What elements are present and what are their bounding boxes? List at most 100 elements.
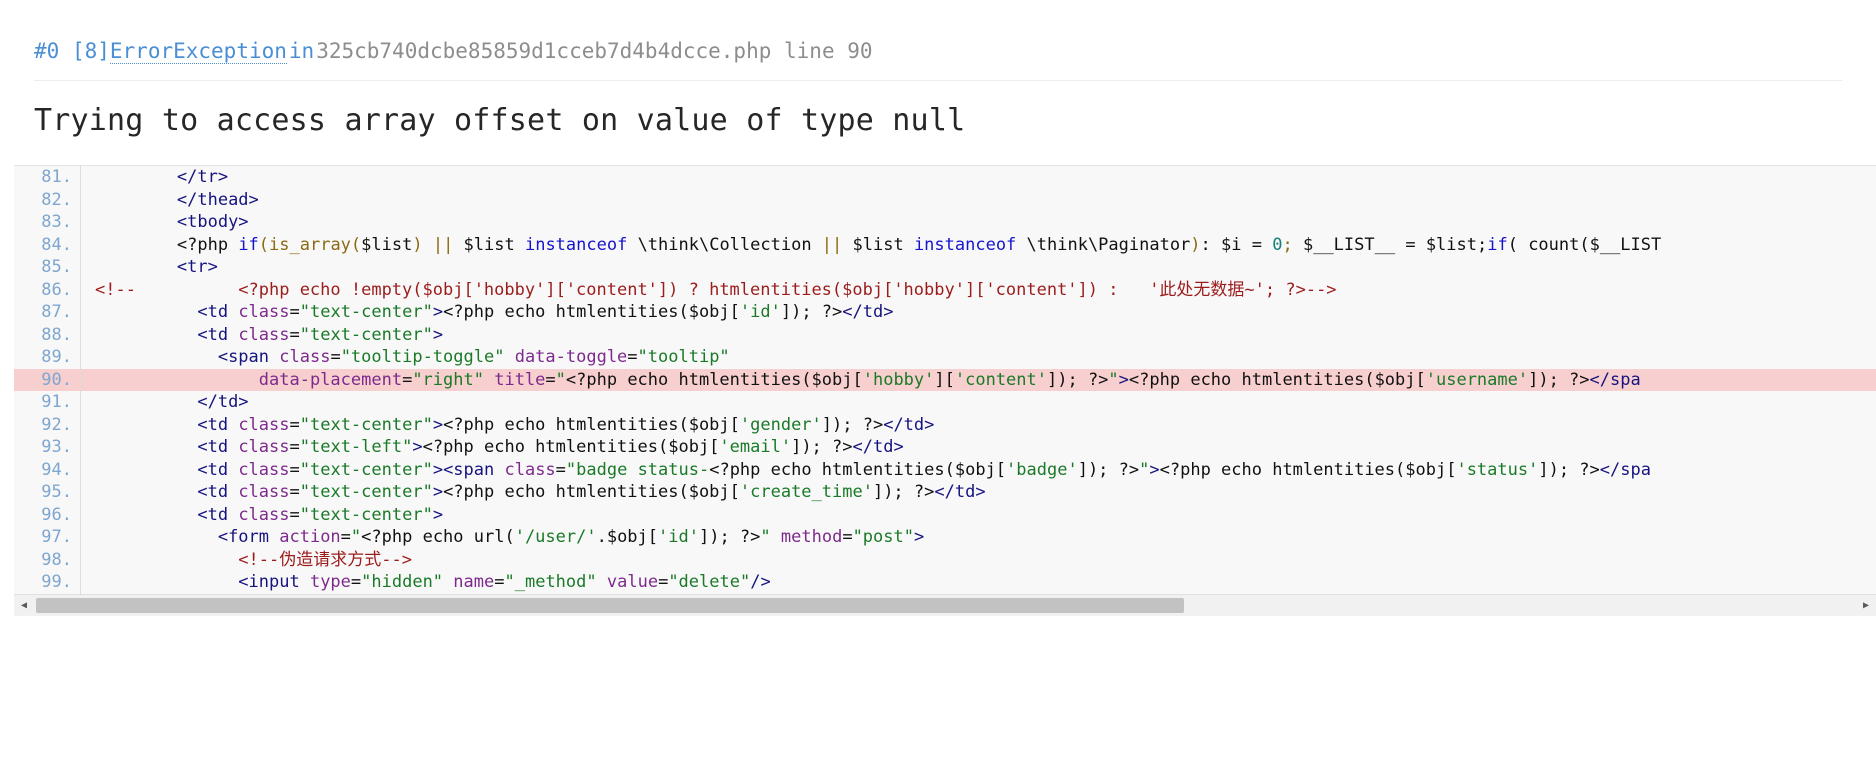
code-token: <tr> xyxy=(176,257,218,277)
code-token: "_method" xyxy=(504,572,597,592)
code-line: 96. <td class="text-center"> xyxy=(14,503,1876,526)
code-token: "tooltip" xyxy=(637,347,730,367)
code-token: > xyxy=(1118,369,1129,390)
code-token: " xyxy=(555,369,566,390)
code-token: 'status' xyxy=(1456,459,1539,480)
code-token: value xyxy=(606,572,659,592)
code-scroll-area[interactable]: 81. </tr> 82. </thead> 83. <tbody> 84. <?ph… xyxy=(14,166,1876,594)
code-token: "text-center" xyxy=(299,459,433,480)
scroll-left-arrow-icon[interactable]: ◀ xyxy=(14,595,34,616)
code-token: $obj[ xyxy=(1374,369,1426,390)
code-token: "badge status- xyxy=(565,459,710,480)
exception-trace-line: #0 [8]ErrorExceptionin325cb740dcbe85859d… xyxy=(34,34,1842,81)
code-token: = xyxy=(289,414,300,435)
line-number: 88. xyxy=(14,323,81,346)
code-token: ][ xyxy=(934,369,955,390)
code-token: </thead> xyxy=(176,189,259,210)
line-source: data-placement="right" title="<?php echo… xyxy=(80,368,1876,391)
code-token: ]); ?> xyxy=(1047,369,1109,390)
code-token: class xyxy=(279,347,331,367)
line-number: 89. xyxy=(14,346,81,369)
line-number: 81. xyxy=(14,166,81,189)
code-token: <tbody> xyxy=(176,212,249,232)
line-number: 90. xyxy=(14,368,81,391)
code-token: <span xyxy=(443,459,505,480)
code-token: = xyxy=(658,572,669,592)
scrollbar-thumb[interactable] xyxy=(36,598,1184,613)
line-source: <!--伪造请求方式--> xyxy=(80,548,1876,571)
code-token: > xyxy=(432,482,444,502)
code-token: class xyxy=(238,504,290,525)
line-source: <?php if(is_array($list) || $list instan… xyxy=(80,233,1876,256)
code-token: $obj[ xyxy=(688,414,740,435)
exception-class-link[interactable]: ErrorException xyxy=(109,39,287,64)
code-line: 83. <tbody> xyxy=(14,211,1876,234)
line-number: 85. xyxy=(14,256,81,279)
code-token: "delete" xyxy=(668,572,751,592)
code-table: 81. </tr> 82. </thead> 83. <tbody> 84. <?ph… xyxy=(14,166,1876,594)
line-source: </td> xyxy=(80,391,1876,414)
code-token: = xyxy=(289,459,300,480)
line-keyword: line xyxy=(784,39,835,63)
code-token: class xyxy=(238,414,290,435)
line-number: 99. xyxy=(14,571,81,594)
code-token: if xyxy=(1487,234,1508,255)
code-token: ]); ?> xyxy=(1538,459,1600,480)
code-token: "hidden" xyxy=(361,572,444,592)
line-source: <form action="<?php echo url('/user/'.$o… xyxy=(80,526,1876,549)
code-token: </spa xyxy=(1599,459,1651,480)
scroll-right-arrow-icon[interactable]: ▶ xyxy=(1856,595,1876,616)
code-token: $list xyxy=(361,234,413,255)
code-token: ]); ?> xyxy=(821,414,884,435)
scrollbar-track[interactable] xyxy=(34,595,1856,616)
code-token: > xyxy=(432,504,444,525)
code-token: <td xyxy=(197,482,239,502)
code-line: 82. </thead> xyxy=(14,188,1876,211)
code-token: </td> xyxy=(852,437,904,457)
code-token: ]); ?> xyxy=(1077,459,1140,480)
left-rail xyxy=(0,0,14,761)
code-token: "text-center" xyxy=(299,482,433,502)
code-token: = xyxy=(627,347,638,367)
code-token: 'badge' xyxy=(1006,459,1078,480)
code-token: = xyxy=(289,437,300,457)
code-token: data-toggle xyxy=(514,347,628,367)
code-token: > xyxy=(913,527,925,547)
code-token: class xyxy=(238,324,290,345)
code-token: = xyxy=(1251,234,1262,255)
code-token: .$obj[ xyxy=(596,527,659,547)
code-line: 90. data-placement="right" title="<?php … xyxy=(14,368,1876,391)
code-token: = xyxy=(289,482,300,502)
code-line: 87. <td class="text-center"><?php echo h… xyxy=(14,301,1876,324)
horizontal-scrollbar[interactable]: ◀ ▶ xyxy=(14,594,1876,616)
code-token: $obj[ xyxy=(811,369,863,390)
line-source: <input type="hidden" name="_method" valu… xyxy=(80,571,1876,594)
code-token: 'gender' xyxy=(739,414,822,435)
code-token: = xyxy=(545,369,556,390)
code-token: <!-- <?php echo !empty($obj['hobby']['co… xyxy=(95,279,1337,300)
code-token: </td> xyxy=(934,482,986,502)
exception-message: Trying to access array offset on value o… xyxy=(34,103,966,138)
in-keyword: in xyxy=(288,39,315,63)
code-token: <td xyxy=(197,414,239,435)
code-line: 88. <td class="text-center"> xyxy=(14,323,1876,346)
exception-file: 325cb740dcbe85859d1cceb7d4b4dcce.php xyxy=(316,39,772,63)
exception-header: #0 [8]ErrorExceptionin325cb740dcbe85859d… xyxy=(0,0,1876,165)
code-token: > xyxy=(412,437,423,457)
code-token: = xyxy=(1405,234,1416,255)
code-token: <?php echo url( xyxy=(361,527,515,547)
line-source: <td class="text-center"> xyxy=(80,323,1876,346)
code-line: 86. <!-- <?php echo !empty($obj['hobby'][… xyxy=(14,278,1876,301)
code-token: = xyxy=(289,504,300,525)
line-source: <span class="tooltip-toggle" data-toggle… xyxy=(80,346,1876,369)
code-token: = xyxy=(289,302,300,322)
line-number: 91. xyxy=(14,391,81,414)
code-token: || xyxy=(821,234,843,255)
code-token: <?php echo htmlentities( xyxy=(1159,459,1406,480)
